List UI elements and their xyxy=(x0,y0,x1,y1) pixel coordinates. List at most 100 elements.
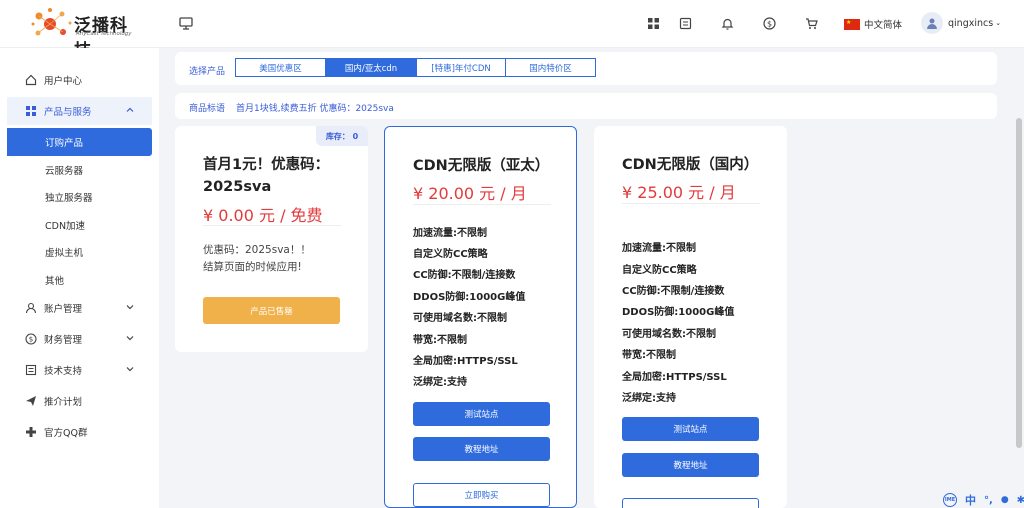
card-title-line1: 首月1元！优惠码： xyxy=(203,157,330,173)
china-flag-icon xyxy=(844,18,860,30)
feature-item: 带宽:不限制 xyxy=(622,350,676,361)
chevron-down-icon xyxy=(126,305,134,310)
tab-annual-cdn[interactable]: [特惠]年付CDN xyxy=(416,58,506,77)
card-divider xyxy=(203,225,341,226)
sidebar-item-label: 账户管理 xyxy=(44,304,83,315)
ime-language[interactable]: 中 xyxy=(965,492,976,508)
stock-badge: 库存： 0 xyxy=(316,126,368,146)
sidebar-item-account[interactable]: 账户管理 xyxy=(7,294,152,322)
card-price: ¥ 0.00 元 / 免费 xyxy=(203,206,323,225)
sidebar-item-label: 推介计划 xyxy=(44,397,83,408)
monitor-icon[interactable] xyxy=(179,17,193,30)
sidebar-item-tech-support[interactable]: 技术支持 xyxy=(7,356,152,384)
feature-item: 加速流量:不限制 xyxy=(622,243,696,254)
sidebar-item-label: 财务管理 xyxy=(44,335,83,346)
card-divider xyxy=(413,204,551,205)
doc-icon xyxy=(24,363,38,377)
feature-item: 全局加密:HTTPS/SSL xyxy=(622,372,727,383)
sidebar-item-cdn[interactable]: CDN加速 xyxy=(7,211,152,239)
buy-now-button[interactable] xyxy=(622,498,759,508)
brand-logo[interactable]: 泛播科技 AnyCast Technology xyxy=(30,6,140,61)
test-site-button[interactable]: 测试站点 xyxy=(413,402,550,426)
cart-icon[interactable] xyxy=(805,17,818,30)
currency-icon[interactable]: $ xyxy=(763,17,776,30)
feature-item: CC防御:不限制/连接数 xyxy=(413,270,516,281)
tagline-text: 首月1块钱,续费五折 优惠码：2025sva xyxy=(236,104,394,114)
sidebar-item-virtual-host[interactable]: 虚拟主机 xyxy=(7,238,152,266)
ime-toolbar: IME 中 °, ● ✱ xyxy=(943,492,1024,508)
test-site-button[interactable]: 测试站点 xyxy=(622,417,759,441)
sidebar-item-label: 技术支持 xyxy=(44,366,83,377)
brand-subtitle: AnyCast Technology xyxy=(76,31,132,37)
finance-icon: $ xyxy=(24,332,38,346)
card-divider xyxy=(622,203,760,204)
sidebar-item-label: CDN加速 xyxy=(45,221,86,232)
document-icon[interactable] xyxy=(679,17,692,30)
tab-domestic-apac-cdn[interactable]: 国内/亚太cdn xyxy=(325,58,417,77)
product-card-first-month: 库存： 0 首月1元！优惠码： 2025sva ¥ 0.00 元 / 免费 优惠… xyxy=(175,126,368,352)
anycast-logo-icon xyxy=(31,8,72,36)
microphone-icon[interactable]: ● xyxy=(1001,495,1009,505)
feature-item: DDOS防御:1000G峰值 xyxy=(622,307,735,318)
buy-now-button[interactable]: 立即购买 xyxy=(413,483,550,507)
sidebar-item-dedicated-server[interactable]: 独立服务器 xyxy=(7,183,152,211)
apps-grid-icon[interactable] xyxy=(647,17,660,30)
sidebar-item-label: 云服务器 xyxy=(45,166,84,177)
sidebar-item-order-products[interactable]: 订购产品 xyxy=(7,128,152,156)
card-price: ¥ 25.00 元 / 月 xyxy=(622,183,736,202)
sidebar-item-qq-group[interactable]: 官方QQ群 xyxy=(7,418,152,446)
feature-item: 自定义防CC策略 xyxy=(413,249,488,260)
tutorial-button[interactable]: 教程地址 xyxy=(622,453,759,477)
language-label: 中文简体 xyxy=(864,20,903,31)
language-selector[interactable]: 中文简体 xyxy=(844,17,902,31)
feature-item: 可使用域名数:不限制 xyxy=(413,313,507,324)
sidebar-item-other[interactable]: 其他 xyxy=(7,266,152,294)
home-icon xyxy=(24,73,38,87)
product-card-cdn-domestic: CDN无限版（国内） ¥ 25.00 元 / 月 加速流量:不限制 自定义防CC… xyxy=(594,126,787,508)
feature-item: 加速流量:不限制 xyxy=(413,228,487,239)
sidebar-item-user-center[interactable]: 用户中心 xyxy=(7,66,152,94)
tab-domestic-special[interactable]: 国内特价区 xyxy=(505,58,596,77)
ime-punctuation-icon[interactable]: °, xyxy=(984,495,993,506)
gear-icon[interactable]: ✱ xyxy=(1017,495,1024,506)
filter-label: 选择产品 xyxy=(189,67,226,77)
chevron-down-icon xyxy=(126,336,134,341)
tab-us-discount[interactable]: 美国优惠区 xyxy=(235,58,326,77)
plus-icon xyxy=(24,425,38,439)
grid-icon xyxy=(24,104,38,118)
sold-out-button[interactable]: 产品已售罄 xyxy=(203,297,340,324)
sidebar-item-products-services[interactable]: 产品与服务 xyxy=(7,97,152,125)
sidebar: 用户中心 产品与服务 订购产品 云服务器 独立服务器 CDN加速 虚拟主机 其他… xyxy=(0,48,159,508)
user-menu[interactable]: qingxincs ⌄ xyxy=(921,12,1001,34)
svg-text:$: $ xyxy=(29,336,33,344)
card-title: CDN无限版（国内） xyxy=(622,157,759,173)
promo-line1: 优惠码：2025sva！！ xyxy=(203,244,311,256)
feature-item: 全局加密:HTTPS/SSL xyxy=(413,356,518,367)
feature-item: 泛绑定:支持 xyxy=(413,377,467,388)
sidebar-item-label: 其他 xyxy=(45,276,65,287)
sidebar-item-label: 虚拟主机 xyxy=(45,248,84,259)
avatar xyxy=(921,12,943,34)
user-avatar-icon xyxy=(927,18,937,29)
chevron-down-icon: ⌄ xyxy=(995,19,1002,27)
username: qingxincs xyxy=(948,17,994,29)
card-price: ¥ 20.00 元 / 月 xyxy=(413,184,527,203)
send-icon xyxy=(24,394,38,408)
user-icon xyxy=(24,301,38,315)
scrollbar-thumb[interactable] xyxy=(1016,118,1022,448)
chevron-down-icon xyxy=(126,367,134,372)
tutorial-button[interactable]: 教程地址 xyxy=(413,437,550,461)
feature-item: 带宽:不限制 xyxy=(413,335,467,346)
ime-logo-icon[interactable]: IME xyxy=(943,493,957,507)
sidebar-item-label: 官方QQ群 xyxy=(44,428,88,439)
top-header: 泛播科技 AnyCast Technology $ 中文简体 xyxy=(0,0,1024,61)
product-card-cdn-apac: CDN无限版（亚太） ¥ 20.00 元 / 月 加速流量:不限制 自定义防CC… xyxy=(384,126,577,508)
tagline-label: 商品标语 xyxy=(189,104,226,114)
feature-item: 泛绑定:支持 xyxy=(622,393,676,404)
page-scrollbar[interactable] xyxy=(1014,48,1024,508)
sidebar-item-cloud-server[interactable]: 云服务器 xyxy=(7,156,152,184)
sidebar-item-referral[interactable]: 推介计划 xyxy=(7,387,152,415)
bell-icon[interactable] xyxy=(721,17,734,30)
sidebar-item-finance[interactable]: $ 财务管理 xyxy=(7,325,152,353)
sidebar-item-label: 独立服务器 xyxy=(45,193,93,204)
